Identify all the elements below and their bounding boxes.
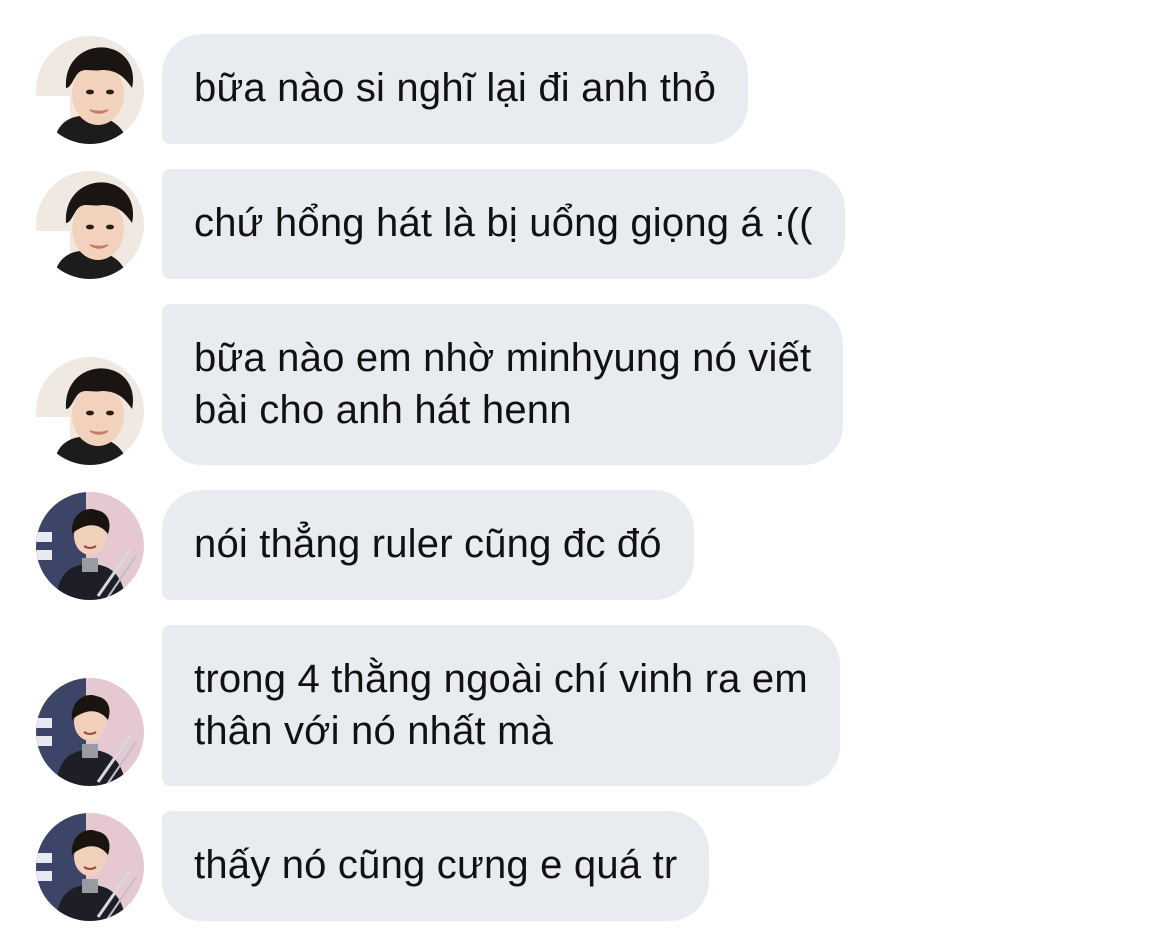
- avatar-sender-a[interactable]: [36, 36, 144, 144]
- message-line: bữa nào em nhờ minhyung nó viết: [194, 336, 812, 380]
- message-line: bữa nào si nghĩ lại đi anh thỏ: [194, 66, 717, 110]
- message-bubble[interactable]: bữa nào em nhờ minhyung nó viết bài cho …: [162, 304, 844, 465]
- message-line: chứ hổng hát là bị uổng giọng á :((: [194, 201, 813, 245]
- avatar-sender-a[interactable]: [36, 171, 144, 279]
- message-line: bài cho anh hát henn: [194, 388, 572, 432]
- avatar-photo-icon: [36, 492, 144, 600]
- message-bubble[interactable]: bữa nào si nghĩ lại đi anh thỏ: [162, 34, 749, 144]
- avatar-photo-icon: [36, 678, 144, 786]
- message-bubble[interactable]: nói thẳng ruler cũng đc đó: [162, 490, 694, 600]
- message-bubble[interactable]: thấy nó cũng cưng e quá tr: [162, 811, 710, 921]
- message-line: thấy nó cũng cưng e quá tr: [194, 843, 678, 887]
- avatar-photo-icon: [36, 357, 144, 465]
- avatar-photo-icon: [36, 36, 144, 144]
- message-bubble[interactable]: trong 4 thằng ngoài chí vinh ra em thân …: [162, 625, 840, 786]
- message-bubble[interactable]: chứ hổng hát là bị uổng giọng á :((: [162, 169, 845, 279]
- avatar-photo-icon: [36, 171, 144, 279]
- avatar-photo-icon: [36, 813, 144, 921]
- avatar-sender-b[interactable]: [36, 813, 144, 921]
- message-line: thân với nó nhất mà: [194, 709, 554, 753]
- message-line: nói thẳng ruler cũng đc đó: [194, 522, 662, 566]
- avatar-sender-b[interactable]: [36, 678, 144, 786]
- message-line: trong 4 thằng ngoài chí vinh ra em: [194, 657, 808, 701]
- avatar-sender-b[interactable]: [36, 492, 144, 600]
- avatar-sender-a[interactable]: [36, 357, 144, 465]
- message-thread: bữa nào si nghĩ lại đi anh thỏ chứ hổng …: [0, 0, 1170, 942]
